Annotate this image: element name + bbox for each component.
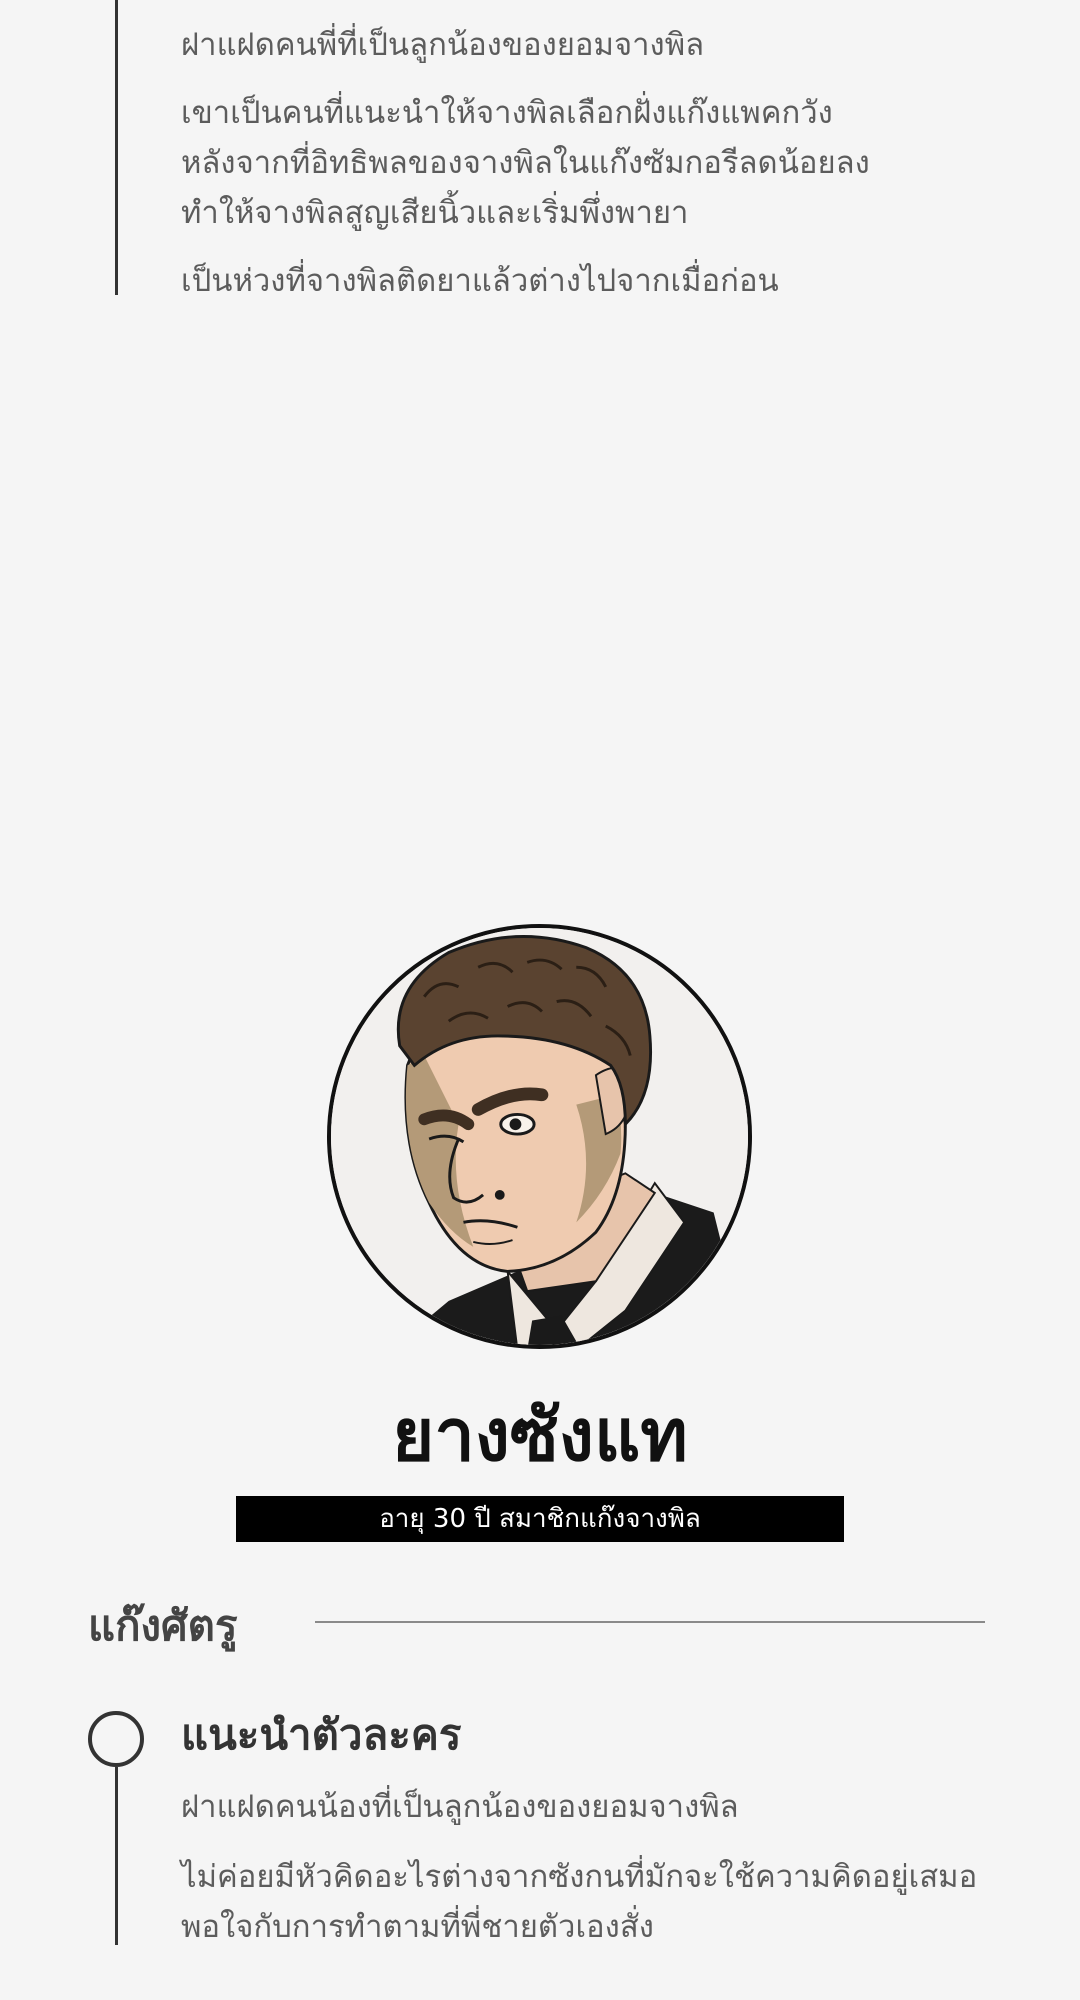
description-line: ฝาแฝดคนพี่ที่เป็นลูกน้องของยอมจางพิล xyxy=(181,27,705,63)
description-line: เป็นห่วงที่จางพิลติดยาแล้วต่างไปจากเมื่อ… xyxy=(181,263,779,299)
section-divider xyxy=(315,1621,985,1623)
description-line: หลังจากที่อิทธิพลของจางพิลในแก๊งซัมกอรีล… xyxy=(181,145,870,181)
description-line: ฝาแฝดคนน้องที่เป็นลูกน้องของยอมจางพิล xyxy=(181,1789,739,1825)
character-name: ยางซังแท xyxy=(392,1393,688,1477)
timeline-line-top xyxy=(115,0,118,295)
description-line: พอใจกับการทำตามที่พี่ชายตัวเองสั่ง xyxy=(181,1909,654,1945)
timeline-line-bottom xyxy=(115,1767,118,1945)
description-line: ไม่ค่อยมีหัวคิดอะไรต่างจากซังกนที่มักจะใ… xyxy=(181,1859,978,1895)
timeline-circle-icon xyxy=(88,1711,144,1767)
character-info-bar: อายุ 30 ปี สมาชิกแก๊งจางพิล xyxy=(236,1496,844,1542)
intro-heading: แนะนำตัวละคร xyxy=(181,1710,462,1759)
description-line: ทำให้จางพิลสูญเสียนิ้วและเริ่มพึ่งพายา xyxy=(181,195,689,231)
character-portrait xyxy=(327,924,752,1349)
description-line: เขาเป็นคนที่แนะนำให้จางพิลเลือกฝั่งแก๊งแ… xyxy=(181,95,833,131)
section-title: แก๊งศัตรู xyxy=(88,1601,238,1650)
character-portrait-illustration xyxy=(331,928,748,1345)
